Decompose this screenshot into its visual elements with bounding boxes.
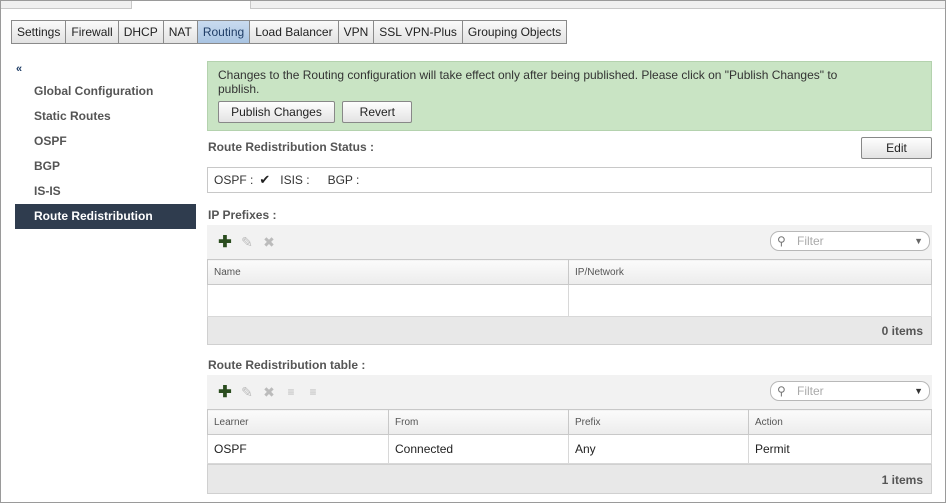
sidebar-item-ospf[interactable]: OSPF [15,129,196,154]
chevron-down-icon[interactable]: ▼ [914,232,923,250]
ip-prefixes-panel: IP Prefixes : ✚ ✎ ✖ ⚲ Filter ▼ Name IP/N… [207,205,932,345]
add-icon[interactable]: ✚ [217,384,233,401]
add-icon[interactable]: ✚ [217,234,233,251]
tab-nat[interactable]: NAT [163,21,198,43]
publish-notice: Changes to the Routing configuration wil… [207,61,932,131]
edit-pencil-icon[interactable]: ✎ [239,234,255,250]
move-down-icon[interactable]: ≡ [305,384,321,400]
tab-bar: Settings Firewall DHCP NAT Routing Load … [11,20,568,44]
bgp-status-label: BGP : [327,173,360,187]
filter-placeholder: Filter [797,234,824,248]
isis-status-label: ISIS : [280,173,310,187]
ospf-status-label: OSPF : [214,173,254,187]
sidebar: « Global Configuration Static Routes OSP… [15,63,196,229]
cell-from: Connected [388,434,569,464]
checkmark-icon: ✔ [259,172,271,187]
delete-icon[interactable]: ✖ [261,234,277,250]
route-redistribution-panel: Route Redistribution table : ✚ ✎ ✖ ≡ ≡ ⚲… [207,355,932,494]
tab-vpn[interactable]: VPN [338,21,375,43]
collapse-sidebar-icon[interactable]: « [15,63,196,79]
search-icon: ⚲ [777,234,786,248]
sidebar-item-bgp[interactable]: BGP [15,154,196,179]
edit-button[interactable]: Edit [861,137,932,159]
route-redistribution-table-title: Route Redistribution table : [207,355,932,375]
outer-tab-strip [1,1,945,9]
tab-routing[interactable]: Routing [197,21,251,43]
filter-placeholder: Filter [797,384,824,398]
sidebar-item-static-routes[interactable]: Static Routes [15,104,196,129]
ip-prefixes-filter-input[interactable]: ⚲ Filter ▼ [770,231,930,251]
revert-button[interactable]: Revert [342,101,413,123]
column-header-name[interactable]: Name [207,259,569,285]
column-header-action[interactable]: Action [748,409,932,435]
tab-load-balancer[interactable]: Load Balancer [250,21,339,43]
search-icon: ⚲ [777,384,786,398]
chevron-down-icon[interactable]: ▼ [914,382,923,400]
edit-pencil-icon[interactable]: ✎ [239,384,255,400]
redistribution-item-count: 1 items [207,464,932,494]
redistribution-status-title: Route Redistribution Status : [208,140,374,154]
cell-prefix: Any [568,434,749,464]
ip-prefixes-item-count: 0 items [207,317,932,345]
sidebar-item-route-redistribution[interactable]: Route Redistribution [15,204,196,229]
tab-dhcp[interactable]: DHCP [118,21,164,43]
redistribution-status-box: OSPF : ✔ ISIS : BGP : [207,167,932,193]
column-header-from[interactable]: From [388,409,569,435]
column-header-learner[interactable]: Learner [207,409,389,435]
move-up-icon[interactable]: ≡ [283,384,299,400]
cell-learner: OSPF [207,434,389,464]
delete-icon[interactable]: ✖ [261,384,277,400]
ip-prefixes-title: IP Prefixes : [207,205,932,225]
sidebar-item-global-configuration[interactable]: Global Configuration [15,79,196,104]
sidebar-item-is-is[interactable]: IS-IS [15,179,196,204]
column-header-prefix[interactable]: Prefix [568,409,749,435]
publish-notice-text: Changes to the Routing configuration wil… [218,68,838,96]
main-content: Changes to the Routing configuration wil… [207,61,932,494]
column-header-ip-network[interactable]: IP/Network [568,259,932,285]
redistribution-filter-input[interactable]: ⚲ Filter ▼ [770,381,930,401]
publish-changes-button[interactable]: Publish Changes [218,101,335,123]
cell-action: Permit [748,434,932,464]
route-redistribution-table: Learner From Prefix Action OSPF Connecte… [207,409,932,464]
tab-grouping-objects[interactable]: Grouping Objects [462,21,567,43]
tab-ssl-vpn-plus[interactable]: SSL VPN-Plus [374,21,463,43]
tab-settings[interactable]: Settings [12,21,67,43]
edge-settings-window: Settings Firewall DHCP NAT Routing Load … [0,0,946,503]
ip-prefixes-table: Name IP/Network [207,259,932,317]
table-row[interactable]: OSPF Connected Any Permit [207,434,932,464]
tab-firewall[interactable]: Firewall [66,21,119,43]
